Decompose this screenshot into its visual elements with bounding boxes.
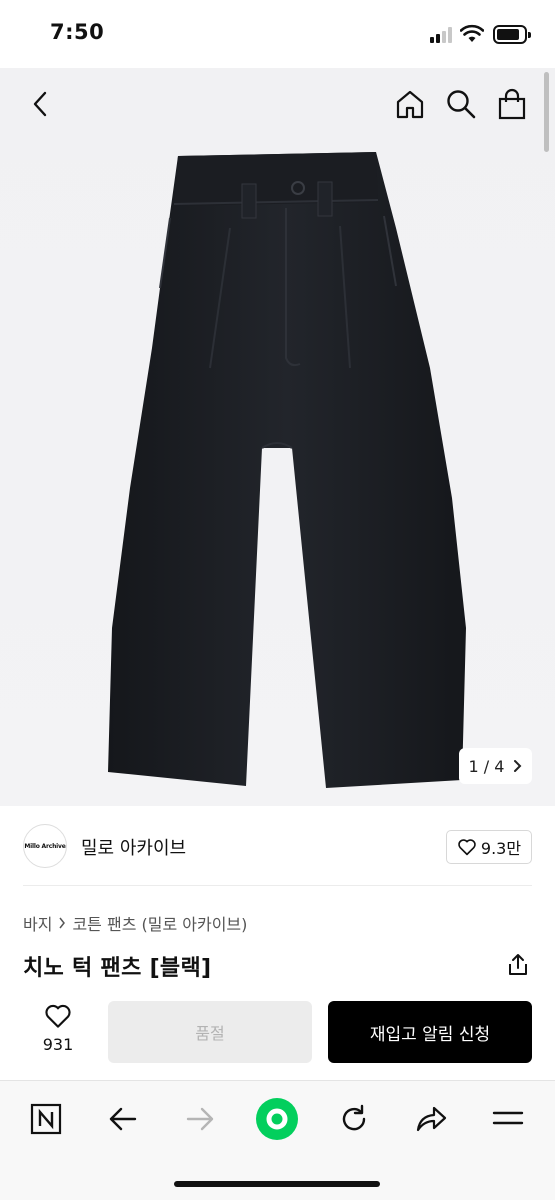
status-time: 7:50 [50,20,105,44]
brand-row[interactable]: Millo Archive 밀로 아카이브 9.3만 [0,806,555,886]
share-arrow-icon [416,1106,447,1132]
like-count: 931 [42,1035,74,1054]
product-image [108,152,466,788]
status-bar: 7:50 [0,0,555,68]
product-title: 치노 턱 팬츠 [블랙] [23,956,212,981]
share-icon [509,954,527,975]
brand-like-count: 9.3만 [480,839,522,858]
chevron-right-icon [59,917,66,929]
search-icon [447,90,476,119]
shopping-bag-icon [498,88,526,120]
breadcrumb-category[interactable]: 바지 [23,911,52,935]
soldout-button: 품절 [108,1001,312,1063]
menu-button[interactable] [486,1097,530,1141]
signal-icon [430,27,454,43]
home-indicator [174,1181,380,1187]
naver-logo-icon [30,1103,62,1135]
wifi-icon [460,24,484,42]
cart-button[interactable] [492,84,532,124]
arrow-right-icon [186,1107,214,1131]
brand-like-button[interactable]: 9.3만 [446,830,532,864]
pager-text: 1 / 4 [468,756,505,776]
product-image-carousel[interactable]: 1 / 4 [0,68,555,806]
share-page-button[interactable] [409,1097,453,1141]
menu-icon [492,1111,524,1125]
brand-logo[interactable]: Millo Archive [23,824,67,868]
browser-forward-button[interactable] [178,1097,222,1141]
search-button[interactable] [441,84,481,124]
battery-icon [493,25,531,44]
refresh-button[interactable] [332,1097,376,1141]
share-button[interactable] [505,952,531,978]
chevron-right-icon [514,760,522,772]
naver-home-button[interactable] [24,1097,68,1141]
scrollbar[interactable] [544,72,549,152]
back-button[interactable] [22,86,58,122]
home-button[interactable] [390,84,430,124]
green-circle-icon [256,1098,298,1140]
restock-alert-button[interactable]: 재입고 알림 신청 [328,1001,532,1063]
divider [23,885,532,886]
product-like-button[interactable]: 931 [30,1003,86,1054]
home-icon [396,90,424,119]
refresh-icon [342,1104,366,1131]
image-pager[interactable]: 1 / 4 [459,748,532,784]
arrow-left-icon [109,1107,137,1131]
brand-name[interactable]: 밀로 아카이브 [81,834,186,860]
breadcrumb: 바지 코튼 팬츠 (밀로 아카이브) [23,911,247,935]
green-dot-button[interactable] [255,1097,299,1141]
breadcrumb-subcategory[interactable]: 코튼 팬츠 (밀로 아카이브) [72,911,247,935]
heart-icon [45,1004,71,1028]
heart-icon [458,839,476,856]
browser-back-button[interactable] [101,1097,145,1141]
back-icon [33,91,47,117]
